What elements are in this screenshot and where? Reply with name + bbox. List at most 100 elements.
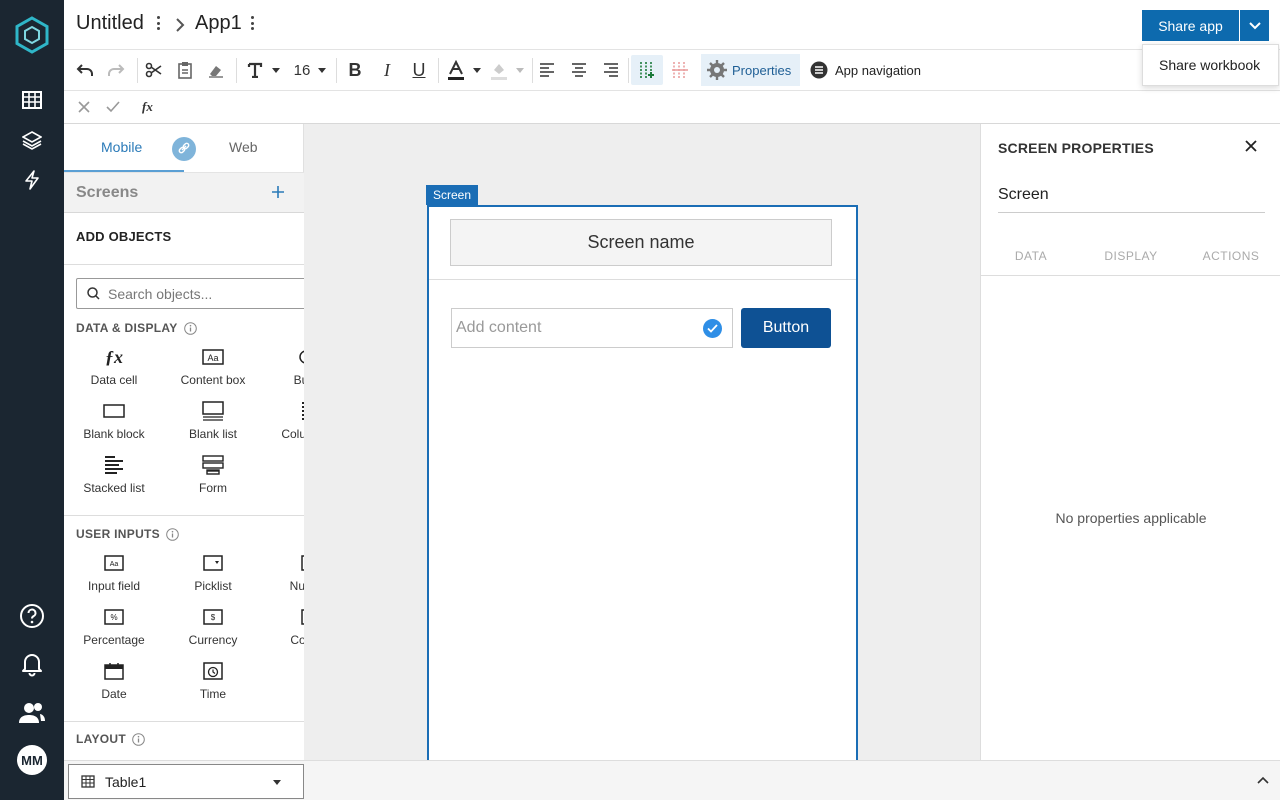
workbook-title[interactable]: Untitled [76,12,144,35]
object-percentage[interactable]: % Percentage [64,605,164,653]
object-time[interactable]: Time [163,659,263,707]
svg-text:Aa: Aa [207,353,218,363]
italic-icon[interactable]: I [376,58,398,82]
people-icon[interactable] [16,697,48,729]
bold-icon[interactable]: B [344,58,366,82]
app-header: Untitled App1 Share app [64,0,1280,50]
cancel-formula-icon[interactable] [78,101,90,113]
share-workbook-menu-item[interactable]: Share workbook [1142,44,1279,86]
object-label: Content box [180,373,246,387]
app-more-icon[interactable] [251,16,255,32]
object-blank-block[interactable]: Blank block [64,399,164,447]
object-currency[interactable]: $ Currency [163,605,263,653]
formatting-toolbar: 16 B I U Properties App navigation [64,50,1280,91]
add-column-icon[interactable] [631,55,663,85]
info-icon[interactable] [183,321,197,335]
underline-icon[interactable]: U [408,58,430,82]
tab-actions[interactable]: ACTIONS [1181,249,1280,263]
object-content-box[interactable]: Aa Content box [163,345,263,393]
form-icon [163,453,263,477]
link-icon[interactable] [172,137,196,161]
text-color-caret-icon[interactable] [471,58,483,82]
gear-icon [707,60,727,80]
object-label: Data cell [90,373,138,387]
workbook-more-icon[interactable] [157,16,161,32]
text-style-icon[interactable] [244,58,266,82]
object-label: Form [199,481,227,495]
app-navigation-label: App navigation [835,62,922,78]
share-app-button[interactable]: Share app [1142,10,1239,41]
text-color-icon[interactable] [445,58,467,82]
table-icon[interactable] [16,84,48,116]
font-size-caret-icon[interactable] [316,58,328,82]
mobile-screen-frame[interactable]: Screen name Add content Button [427,205,858,765]
close-icon[interactable] [1245,140,1257,152]
fill-color-caret-icon[interactable] [514,58,526,82]
screen-button[interactable]: Button [741,308,831,348]
tab-data[interactable]: DATA [981,249,1081,263]
remove-column-icon[interactable] [669,58,691,82]
add-content-field[interactable]: Add content [451,308,733,348]
font-size-value[interactable]: 16 [290,58,314,82]
left-panel-header: Mobile Web Screens [64,124,304,212]
properties-button[interactable]: Properties [701,54,800,86]
lightning-icon[interactable] [16,164,48,196]
object-label: Stacked list [83,481,145,495]
screen-name-header[interactable]: Screen name [450,219,832,266]
screen-name-field[interactable]: Screen [998,186,1265,213]
clear-format-icon[interactable] [205,58,227,82]
check-circle-icon[interactable] [703,319,722,338]
share-dropdown-button[interactable] [1240,10,1269,41]
object-label: Blank list [188,427,238,441]
section-data-display-label: DATA & DISPLAY [76,321,178,335]
align-center-icon[interactable] [568,58,590,82]
align-right-icon[interactable] [600,58,622,82]
tab-web[interactable]: Web [229,139,258,155]
confirm-formula-icon[interactable] [106,101,120,113]
paste-icon[interactable] [174,58,196,82]
redo-icon[interactable] [105,58,127,82]
calendar-icon [64,659,164,683]
cut-icon[interactable] [143,58,165,82]
breadcrumb-chevron-icon [175,17,185,33]
content-box-icon: Aa [163,345,263,369]
help-icon[interactable] [16,600,48,632]
expand-chevron-icon[interactable] [1257,776,1269,784]
info-icon[interactable] [166,527,179,541]
fill-color-icon[interactable] [488,58,510,82]
object-data-cell[interactable]: ƒx Data cell [64,345,164,393]
properties-tabs: DATA DISPLAY ACTIONS [981,240,1280,276]
section-user-inputs-label: USER INPUTS [76,527,160,541]
left-rail: MM [0,0,64,800]
object-label: Time [199,687,227,701]
info-icon[interactable] [132,732,145,746]
object-blank-list[interactable]: Blank list [163,399,263,447]
sheet-selector[interactable]: Table1 [68,764,304,799]
app-title[interactable]: App1 [195,12,242,35]
undo-icon[interactable] [74,58,96,82]
add-screen-icon[interactable] [272,186,284,198]
empty-state-text: No properties applicable [1055,510,1207,526]
tab-mobile[interactable]: Mobile [101,139,142,155]
bell-icon[interactable] [16,648,48,680]
app-logo-icon[interactable] [14,16,50,54]
text-style-caret-icon[interactable] [270,58,282,82]
align-left-icon[interactable] [536,58,558,82]
object-label: Picklist [194,579,232,593]
layers-icon[interactable] [16,124,48,156]
app-navigation-button[interactable]: App navigation [810,54,921,86]
search-objects-input[interactable] [108,285,328,302]
sheet-name: Table1 [105,773,147,790]
object-label: Input field [87,579,141,593]
object-input-field[interactable]: Aa Input field [64,551,164,599]
screen-frame-tag[interactable]: Screen [426,185,479,205]
screen-properties-panel: SCREEN PROPERTIES Screen DATA DISPLAY AC… [980,124,1280,760]
object-date[interactable]: Date [64,659,164,707]
user-avatar[interactable]: MM [17,745,47,775]
tab-display[interactable]: DISPLAY [1081,249,1181,263]
object-picklist[interactable]: Picklist [163,551,263,599]
object-stacked-list[interactable]: Stacked list [64,453,164,501]
object-form[interactable]: Form [163,453,263,501]
section-layout: LAYOUT [76,732,145,746]
picklist-icon [163,551,263,575]
